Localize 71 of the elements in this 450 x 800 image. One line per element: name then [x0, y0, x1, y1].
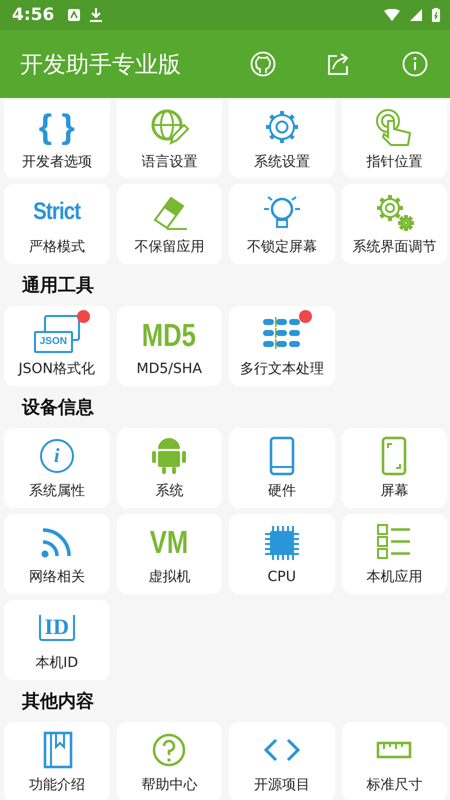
- id-icon: ID: [38, 614, 75, 642]
- app-title: 开发助手专业版: [20, 50, 182, 80]
- battery-icon: [432, 8, 440, 22]
- tool-tile[interactable]: 帮助中心: [116, 722, 222, 800]
- tile-label: 指针位置: [366, 153, 422, 171]
- github-button[interactable]: [248, 49, 278, 79]
- tool-tile[interactable]: 不锁定屏幕: [229, 184, 334, 264]
- tool-tile[interactable]: 标准尺寸: [342, 722, 447, 800]
- braces-icon: { }: [38, 110, 75, 144]
- tool-tile[interactable]: 本机应用: [342, 514, 447, 594]
- section-heading: 设备信息: [20, 396, 95, 420]
- tool-tile[interactable]: 系统界面调节: [342, 184, 447, 264]
- tile-label: 系统设置: [254, 153, 310, 171]
- tile-label: 系统属性: [28, 482, 85, 500]
- tool-tile[interactable]: i 系统属性: [4, 428, 110, 508]
- tool-tile[interactable]: 功能介绍: [4, 722, 110, 800]
- tile-label: 语言设置: [141, 153, 198, 171]
- tile-label: 帮助中心: [141, 776, 198, 794]
- tool-tile[interactable]: 网络相关: [4, 514, 110, 594]
- tile-label: 开发者选项: [22, 153, 92, 171]
- info-icon: [402, 51, 428, 77]
- tile-label: 标准尺寸: [366, 776, 422, 794]
- tile-label: 不锁定屏幕: [246, 238, 317, 256]
- tool-tile[interactable]: VM 虚拟机: [116, 514, 222, 594]
- keyboard-icon: [68, 9, 80, 21]
- tile-label: JSON格式化: [18, 360, 95, 378]
- tile-label: 多行文本处理: [240, 360, 324, 378]
- tool-tile[interactable]: { } 开发者选项: [4, 100, 110, 178]
- globe-pencil-icon: [149, 107, 190, 147]
- tile-label: 开源项目: [254, 776, 310, 794]
- info-button[interactable]: [400, 49, 430, 79]
- section-heading: 通用工具: [21, 274, 95, 298]
- status-time: 4:56: [12, 5, 54, 25]
- tile-label: 功能介绍: [28, 776, 85, 794]
- tile-label: 系统界面调节: [352, 238, 436, 256]
- tile-label: CPU: [268, 569, 296, 585]
- tool-tile[interactable]: 语言设置: [116, 100, 222, 178]
- signal-icon: [410, 9, 422, 21]
- vm-icon: VM: [150, 526, 188, 558]
- tool-tile[interactable]: 多行文本处理: [229, 306, 334, 386]
- tile-label: 本机ID: [35, 654, 78, 672]
- tool-tile[interactable]: 系统设置: [229, 100, 334, 178]
- tile-label: MD5/SHA: [136, 361, 202, 377]
- md5-icon: MD5: [142, 319, 196, 351]
- tool-tile[interactable]: Strict 严格模式: [4, 184, 110, 264]
- tile-label: 虚拟机: [148, 568, 190, 586]
- share-icon: [327, 52, 351, 76]
- tile-label: 网络相关: [28, 568, 85, 586]
- tool-tile[interactable]: 屏幕: [342, 428, 447, 508]
- tool-tile[interactable]: 系统: [116, 428, 222, 508]
- info-icon: i: [40, 439, 74, 473]
- section-heading: 其他内容: [21, 690, 95, 714]
- download-icon: [90, 8, 102, 22]
- tool-tile[interactable]: JSON JSON格式化: [4, 306, 110, 386]
- tile-label: 屏幕: [380, 482, 408, 500]
- tool-tile[interactable]: 硬件: [229, 428, 334, 508]
- strict-icon: Strict: [33, 200, 80, 224]
- wifi-icon: [384, 9, 400, 21]
- tool-tile[interactable]: 不保留应用: [116, 184, 222, 264]
- tool-tile[interactable]: ID 本机ID: [4, 600, 110, 680]
- tile-label: 本机应用: [366, 568, 422, 586]
- tile-label: 严格模式: [28, 238, 85, 256]
- tool-tile[interactable]: MD5 MD5/SHA: [116, 306, 222, 386]
- tile-label: 不保留应用: [134, 238, 204, 256]
- tool-tile[interactable]: 指针位置: [342, 100, 447, 178]
- tile-label: 系统: [155, 482, 184, 500]
- github-icon: [250, 51, 276, 77]
- gears-icon: [374, 192, 414, 232]
- tool-tile[interactable]: CPU: [229, 514, 334, 594]
- tool-tile[interactable]: 开源项目: [229, 722, 334, 800]
- tile-label: 硬件: [268, 482, 296, 500]
